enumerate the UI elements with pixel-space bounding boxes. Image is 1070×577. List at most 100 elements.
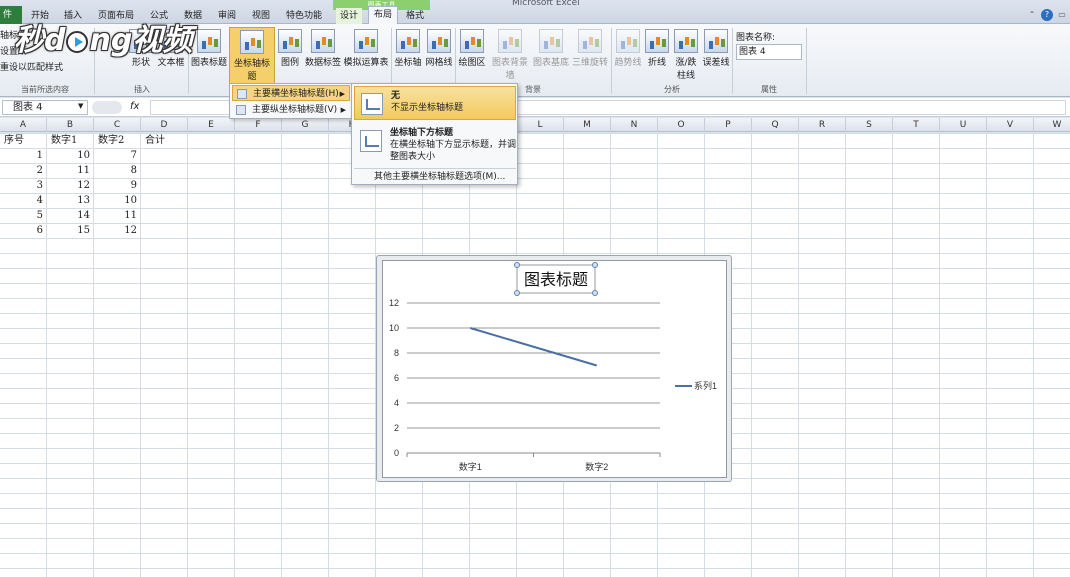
table-cell[interactable]: 11 bbox=[94, 208, 137, 223]
grid-line bbox=[1033, 133, 1034, 577]
chart-wall-button[interactable]: 图表背景墙 bbox=[488, 27, 532, 85]
table-cell[interactable]: 6 bbox=[0, 223, 43, 238]
table-cell[interactable]: 11 bbox=[47, 163, 90, 178]
chart-name-input[interactable]: 图表 4 bbox=[736, 44, 802, 60]
column-header-q[interactable]: Q bbox=[752, 118, 799, 132]
table-cell[interactable]: 3 bbox=[0, 178, 43, 193]
header-cell[interactable]: 序号 bbox=[4, 133, 45, 148]
axes-button[interactable]: 坐标轴 bbox=[393, 27, 423, 85]
menu-item-primary-vertical-axis-title[interactable]: 主要纵坐标轴标题(V) ▶ bbox=[232, 102, 350, 118]
data-table-button[interactable]: 模拟运算表 bbox=[343, 27, 389, 85]
table-cell[interactable]: 4 bbox=[0, 193, 43, 208]
table-cell[interactable]: 8 bbox=[94, 163, 137, 178]
y-tick-label: 8 bbox=[394, 348, 399, 358]
column-header-g[interactable]: G bbox=[282, 118, 329, 132]
3d-rotation-icon bbox=[578, 29, 602, 53]
plot-area-button[interactable]: 绘图区 bbox=[457, 27, 487, 85]
column-header-u[interactable]: U bbox=[940, 118, 987, 132]
tab-design[interactable]: 设计 bbox=[336, 8, 362, 24]
table-cell[interactable]: 12 bbox=[94, 223, 137, 238]
lines-button[interactable]: 折线 bbox=[644, 27, 670, 85]
name-box[interactable]: 图表 4 bbox=[2, 100, 88, 115]
grid-line bbox=[892, 133, 893, 577]
minimize-ribbon-icon[interactable]: ⌃ bbox=[1026, 9, 1038, 21]
watermark-logo: 秒d ng视频 bbox=[14, 18, 192, 64]
table-cell[interactable]: 1 bbox=[0, 148, 43, 163]
plot-area-icon bbox=[460, 29, 484, 53]
column-header-w[interactable]: W bbox=[1034, 118, 1070, 132]
insert-function-icon[interactable]: fx bbox=[130, 101, 139, 112]
column-header-l[interactable]: L bbox=[517, 118, 564, 132]
no-axis-title-icon bbox=[361, 93, 383, 115]
chart-title-button[interactable]: 图表标题 bbox=[190, 27, 228, 85]
3d-rotation-button[interactable]: 三维旋转 bbox=[571, 27, 609, 85]
column-header-s[interactable]: S bbox=[846, 118, 893, 132]
updown-bars-button[interactable]: 涨/跌柱线 bbox=[671, 27, 701, 85]
tab-special[interactable]: 特色功能 bbox=[282, 8, 326, 24]
column-header-m[interactable]: M bbox=[564, 118, 611, 132]
chart-area[interactable]: 0 2 4 6 8 10 12 数字1 数字2 系列1 图表标题 bbox=[382, 260, 727, 478]
trendline-button[interactable]: 趋势线 bbox=[613, 27, 643, 85]
header-cell[interactable]: 数字1 bbox=[51, 133, 92, 148]
axis-title-button[interactable]: 坐标轴标题 bbox=[229, 27, 275, 85]
lines-icon bbox=[645, 29, 669, 53]
table-cell[interactable]: 13 bbox=[47, 193, 90, 208]
grid-line bbox=[986, 133, 987, 577]
chart-floor-button[interactable]: 图表基底 bbox=[533, 27, 569, 85]
column-header-o[interactable]: O bbox=[658, 118, 705, 132]
tab-review[interactable]: 审阅 bbox=[214, 8, 240, 24]
column-header-c[interactable]: C bbox=[94, 118, 141, 132]
submenu-item-none[interactable]: 无 不显示坐标轴标题 bbox=[354, 86, 516, 120]
column-headers: ABCDEFGHIJKLMNOPQRSTUVW bbox=[0, 118, 1070, 132]
table-cell[interactable]: 10 bbox=[94, 193, 137, 208]
header-cell[interactable]: 数字2 bbox=[98, 133, 139, 148]
column-header-d[interactable]: D bbox=[141, 118, 188, 132]
column-header-a[interactable]: A bbox=[0, 118, 47, 132]
legend-button[interactable]: 图例 bbox=[277, 27, 303, 85]
table-cell[interactable]: 14 bbox=[47, 208, 90, 223]
help-icon[interactable]: ? bbox=[1041, 9, 1053, 21]
column-header-f[interactable]: F bbox=[235, 118, 282, 132]
column-header-t[interactable]: T bbox=[893, 118, 940, 132]
column-header-v[interactable]: V bbox=[987, 118, 1034, 132]
column-header-r[interactable]: R bbox=[799, 118, 846, 132]
legend-icon bbox=[278, 29, 302, 53]
gridlines-button[interactable]: 网格线 bbox=[424, 27, 454, 85]
tab-view[interactable]: 视图 bbox=[248, 8, 274, 24]
updown-bars-icon bbox=[674, 29, 698, 53]
grid-line bbox=[939, 133, 940, 577]
line-chart: 0 2 4 6 8 10 12 数字1 数字2 系列1 图表标题 bbox=[389, 262, 717, 472]
column-header-p[interactable]: P bbox=[705, 118, 752, 132]
table-cell[interactable]: 10 bbox=[47, 148, 90, 163]
column-header-b[interactable]: B bbox=[47, 118, 94, 132]
grid-line bbox=[234, 133, 235, 577]
chevron-right-icon: ▶ bbox=[340, 106, 346, 114]
formula-expand-handle[interactable] bbox=[92, 101, 122, 114]
table-cell[interactable]: 5 bbox=[0, 208, 43, 223]
chevron-down-icon[interactable]: ▼ bbox=[78, 102, 83, 110]
axis-title-menu: 主要横坐标轴标题(H) ▶ 主要纵坐标轴标题(V) ▶ bbox=[229, 83, 352, 119]
chart-object[interactable]: 0 2 4 6 8 10 12 数字1 数字2 系列1 图表标题 bbox=[376, 255, 732, 482]
table-cell[interactable]: 9 bbox=[94, 178, 137, 193]
submenu-more-options[interactable]: 其他主要横坐标轴标题选项(M)... bbox=[374, 169, 505, 182]
header-cell[interactable]: 合计 bbox=[145, 133, 186, 148]
table-cell[interactable]: 7 bbox=[94, 148, 137, 163]
tab-layout[interactable]: 布局 bbox=[368, 6, 398, 24]
y-tick-label: 2 bbox=[394, 423, 399, 433]
menu-item-primary-horizontal-axis-title[interactable]: 主要横坐标轴标题(H) ▶ bbox=[232, 85, 350, 101]
title-below-axis-icon bbox=[360, 130, 382, 152]
table-cell[interactable]: 15 bbox=[47, 223, 90, 238]
axis-title-icon bbox=[240, 30, 264, 54]
error-bars-button[interactable]: 误差线 bbox=[702, 27, 730, 85]
table-cell[interactable]: 2 bbox=[0, 163, 43, 178]
column-header-n[interactable]: N bbox=[611, 118, 658, 132]
tab-format[interactable]: 格式 bbox=[402, 8, 428, 24]
grid-line bbox=[798, 133, 799, 577]
column-header-e[interactable]: E bbox=[188, 118, 235, 132]
restore-icon[interactable]: ▭ bbox=[1056, 9, 1068, 21]
table-cell[interactable]: 12 bbox=[47, 178, 90, 193]
submenu-item-title-below-axis[interactable]: 坐标轴下方标题 在横坐标轴下方显示标题，并调 整图表大小 bbox=[354, 124, 516, 166]
data-labels-button[interactable]: 数据标签 bbox=[304, 27, 342, 85]
trendline-label: 趋势线 bbox=[614, 58, 642, 68]
menu-item-label: 主要纵坐标轴标题(V) bbox=[252, 105, 338, 115]
